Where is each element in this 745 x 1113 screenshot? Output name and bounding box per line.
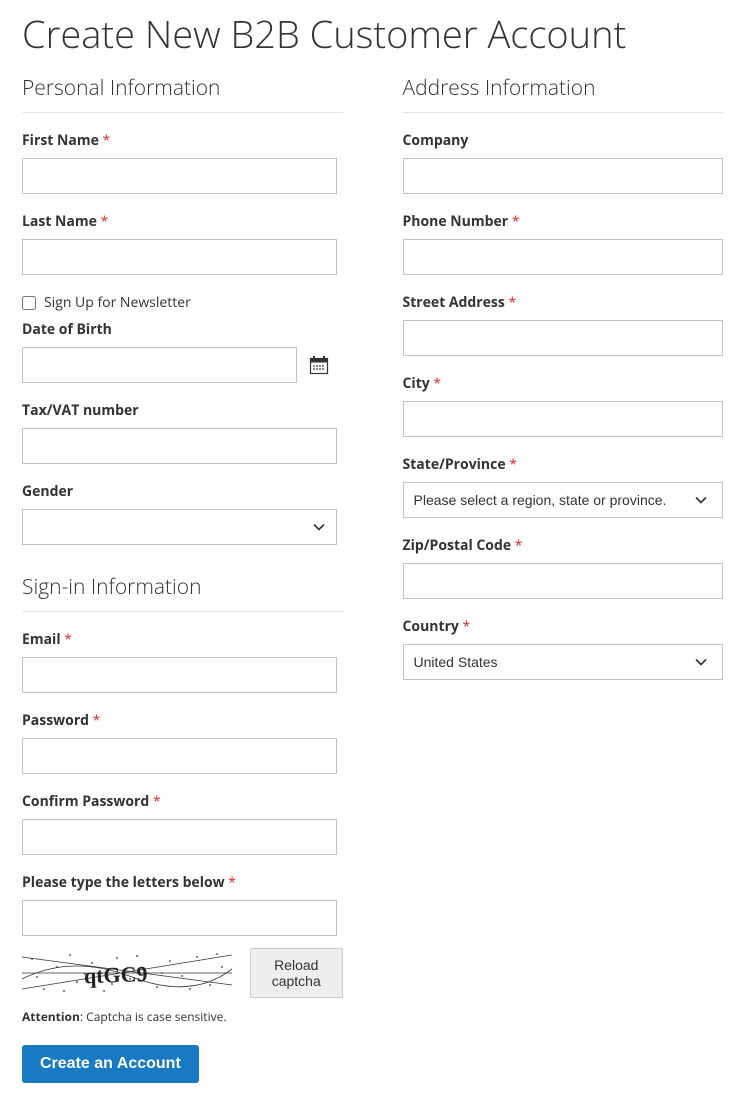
address-information-legend: Address Information: [403, 74, 724, 113]
region-select[interactable]: Please select a region, state or provinc…: [403, 482, 724, 518]
confirm-password-label: Confirm Password: [22, 792, 343, 811]
taxvat-label: Tax/VAT number: [22, 401, 343, 420]
attention-prefix: Attention: [22, 1008, 80, 1025]
email-label: Email: [22, 630, 343, 649]
last-name-field[interactable]: [22, 239, 337, 275]
dob-field[interactable]: [22, 347, 297, 383]
password-field[interactable]: [22, 738, 337, 774]
gender-label: Gender: [22, 482, 343, 501]
phone-number-label: Phone Number: [403, 212, 724, 231]
gender-select[interactable]: [22, 509, 337, 545]
company-label: Company: [403, 131, 724, 150]
country-label: Country: [403, 617, 724, 636]
first-name-field[interactable]: [22, 158, 337, 194]
calendar-icon[interactable]: [309, 355, 329, 375]
password-label: Password: [22, 711, 343, 730]
captcha-attention-note: Attention: Captcha is case sensitive.: [22, 1008, 343, 1025]
newsletter-label: Sign Up for Newsletter: [44, 293, 191, 312]
captcha-image: qtGC9: [22, 949, 232, 997]
street-address-label: Street Address: [403, 293, 724, 312]
signin-information-legend: Sign-in Information: [22, 573, 343, 612]
region-label: State/Province: [403, 455, 724, 474]
city-field[interactable]: [403, 401, 724, 437]
city-label: City: [403, 374, 724, 393]
create-account-button[interactable]: Create an Account: [22, 1045, 199, 1083]
phone-number-field[interactable]: [403, 239, 724, 275]
page-title: Create New B2B Customer Account: [22, 8, 735, 60]
captcha-field[interactable]: [22, 900, 337, 936]
postcode-label: Zip/Postal Code: [403, 536, 724, 555]
dob-label: Date of Birth: [22, 320, 343, 339]
street-address-field[interactable]: [403, 320, 724, 356]
svg-text:qtGC9: qtGC9: [83, 961, 147, 988]
taxvat-field[interactable]: [22, 428, 337, 464]
captcha-label: Please type the letters below: [22, 873, 343, 892]
newsletter-checkbox[interactable]: [22, 296, 36, 310]
confirm-password-field[interactable]: [22, 819, 337, 855]
postcode-field[interactable]: [403, 563, 724, 599]
country-select[interactable]: United States: [403, 644, 724, 680]
reload-captcha-button[interactable]: Reload captcha: [250, 948, 343, 998]
first-name-label: First Name: [22, 131, 343, 150]
email-field[interactable]: [22, 657, 337, 693]
personal-information-legend: Personal Information: [22, 74, 343, 113]
company-field[interactable]: [403, 158, 724, 194]
attention-text: : Captcha is case sensitive.: [80, 1008, 227, 1025]
last-name-label: Last Name: [22, 212, 343, 231]
